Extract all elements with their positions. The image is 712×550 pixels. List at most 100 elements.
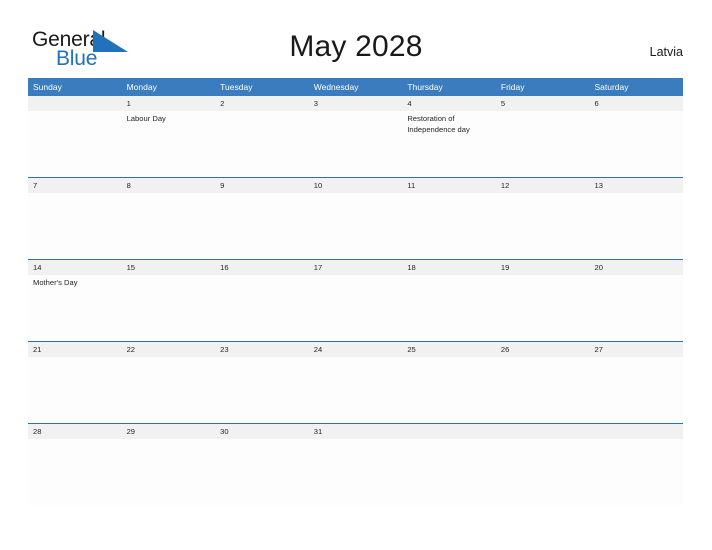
day-cell[interactable]: [589, 357, 683, 423]
day-number[interactable]: 12: [496, 178, 590, 193]
week-row: 28 29 30 31: [28, 423, 683, 505]
day-cell[interactable]: [28, 111, 122, 177]
day-cell[interactable]: [215, 111, 309, 177]
day-number[interactable]: 15: [122, 260, 216, 275]
day-number[interactable]: 21: [28, 342, 122, 357]
day-number[interactable]: 8: [122, 178, 216, 193]
day-number[interactable]: 18: [402, 260, 496, 275]
day-number[interactable]: 3: [309, 96, 403, 111]
day-number[interactable]: 5: [496, 96, 590, 111]
day-cell[interactable]: [28, 439, 122, 505]
day-cell[interactable]: [402, 275, 496, 341]
day-cell[interactable]: [589, 439, 683, 505]
day-cell[interactable]: [496, 193, 590, 259]
day-cell[interactable]: [402, 193, 496, 259]
day-cell[interactable]: [496, 357, 590, 423]
day-cell[interactable]: [309, 111, 403, 177]
weekday-sunday: Sunday: [33, 82, 62, 92]
day-number[interactable]: 29: [122, 424, 216, 439]
page-header: General Blue May 2028 Latvia: [0, 0, 712, 70]
day-cell[interactable]: Labour Day: [122, 111, 216, 177]
day-cell[interactable]: [215, 193, 309, 259]
day-cell[interactable]: [309, 439, 403, 505]
day-cell[interactable]: [28, 357, 122, 423]
day-number[interactable]: 25: [402, 342, 496, 357]
day-cell[interactable]: [309, 193, 403, 259]
day-number[interactable]: 16: [215, 260, 309, 275]
day-number[interactable]: 22: [122, 342, 216, 357]
day-cell[interactable]: [28, 193, 122, 259]
day-number[interactable]: 19: [496, 260, 590, 275]
day-cell[interactable]: [122, 193, 216, 259]
week-row: 21 22 23 24 25 26 27: [28, 341, 683, 423]
week-event-strip: [28, 193, 683, 259]
day-cell[interactable]: [122, 275, 216, 341]
day-number[interactable]: 1: [122, 96, 216, 111]
week-date-strip: 28 29 30 31: [28, 424, 683, 439]
day-cell[interactable]: [402, 439, 496, 505]
day-number[interactable]: 31: [309, 424, 403, 439]
day-number[interactable]: 24: [309, 342, 403, 357]
day-number[interactable]: [402, 424, 496, 439]
week-row: 14 15 16 17 18 19 20 Mother's Day: [28, 259, 683, 341]
day-number[interactable]: 23: [215, 342, 309, 357]
day-cell[interactable]: [496, 439, 590, 505]
day-cell[interactable]: [589, 111, 683, 177]
event-label: Restoration of Independence day: [407, 114, 470, 134]
weekday-monday: Monday: [126, 82, 157, 92]
weekday-header-row: Sunday Monday Tuesday Wednesday Thursday…: [28, 78, 683, 96]
day-cell[interactable]: [215, 439, 309, 505]
day-number[interactable]: 2: [215, 96, 309, 111]
week-date-strip: 1 2 3 4 5 6: [28, 96, 683, 111]
day-number[interactable]: 30: [215, 424, 309, 439]
day-number[interactable]: 6: [589, 96, 683, 111]
weekday-friday: Friday: [500, 82, 525, 92]
day-number[interactable]: [589, 424, 683, 439]
week-date-strip: 21 22 23 24 25 26 27: [28, 342, 683, 357]
weekday-saturday: Saturday: [594, 82, 629, 92]
day-number[interactable]: 17: [309, 260, 403, 275]
day-cell[interactable]: [496, 111, 590, 177]
day-number[interactable]: 9: [215, 178, 309, 193]
day-cell[interactable]: [402, 357, 496, 423]
day-number[interactable]: 26: [496, 342, 590, 357]
week-event-strip: Labour Day Restoration of Independence d…: [28, 111, 683, 177]
day-number[interactable]: 7: [28, 178, 122, 193]
day-number[interactable]: 28: [28, 424, 122, 439]
event-label: Labour Day: [126, 114, 166, 123]
day-number[interactable]: 13: [589, 178, 683, 193]
weekday-tuesday: Tuesday: [220, 82, 253, 92]
event-label: Mother's Day: [33, 278, 78, 287]
day-cell[interactable]: Restoration of Independence day: [402, 111, 496, 177]
day-cell[interactable]: [496, 275, 590, 341]
day-cell[interactable]: [215, 357, 309, 423]
region-label: Latvia: [649, 45, 683, 59]
week-event-strip: [28, 357, 683, 423]
day-cell[interactable]: [309, 357, 403, 423]
day-number[interactable]: 11: [402, 178, 496, 193]
day-cell[interactable]: [309, 275, 403, 341]
day-number[interactable]: 20: [589, 260, 683, 275]
calendar-grid: Sunday Monday Tuesday Wednesday Thursday…: [28, 78, 683, 505]
day-cell[interactable]: [122, 357, 216, 423]
day-number[interactable]: [28, 96, 122, 111]
week-date-strip: 7 8 9 10 11 12 13: [28, 178, 683, 193]
weekday-thursday: Thursday: [407, 82, 443, 92]
week-row: 7 8 9 10 11 12 13: [28, 177, 683, 259]
day-number[interactable]: 10: [309, 178, 403, 193]
day-cell[interactable]: [215, 275, 309, 341]
day-number[interactable]: 27: [589, 342, 683, 357]
week-date-strip: 14 15 16 17 18 19 20: [28, 260, 683, 275]
day-number[interactable]: 4: [402, 96, 496, 111]
week-row: 1 2 3 4 5 6 Labour Day Restoration of In…: [28, 96, 683, 177]
day-cell[interactable]: Mother's Day: [28, 275, 122, 341]
day-number[interactable]: [496, 424, 590, 439]
weekday-wednesday: Wednesday: [313, 82, 359, 92]
week-event-strip: [28, 439, 683, 505]
week-event-strip: Mother's Day: [28, 275, 683, 341]
day-cell[interactable]: [589, 193, 683, 259]
day-cell[interactable]: [589, 275, 683, 341]
day-cell[interactable]: [122, 439, 216, 505]
page-title: May 2028: [289, 30, 423, 63]
day-number[interactable]: 14: [28, 260, 122, 275]
